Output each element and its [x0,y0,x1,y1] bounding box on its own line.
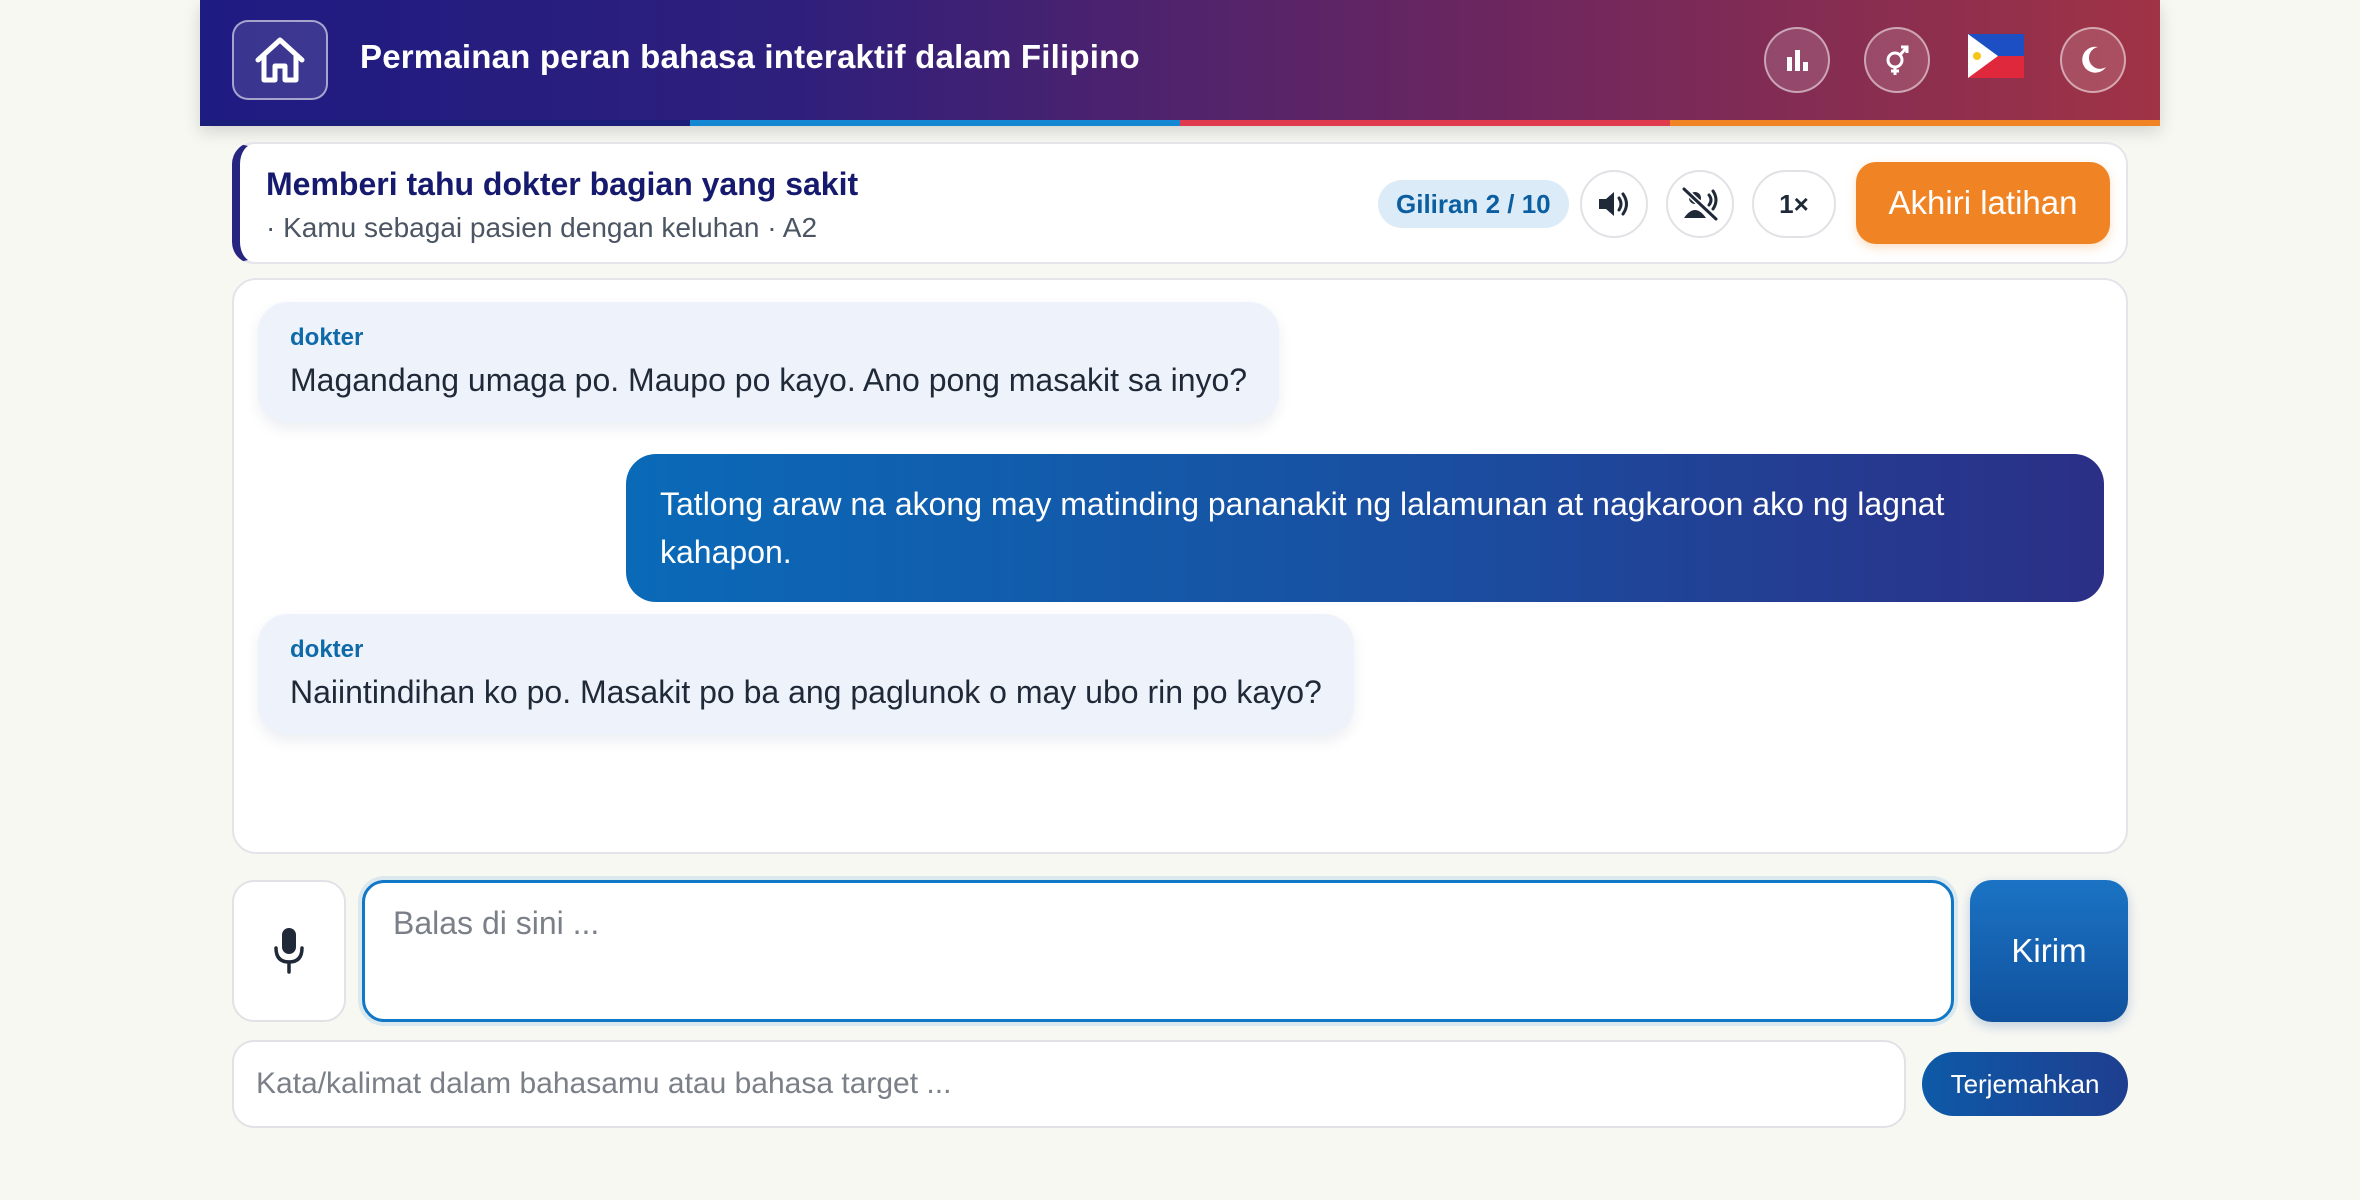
hide-speech-button[interactable] [1666,170,1734,238]
microphone-button[interactable] [232,880,346,1022]
message-speaker: dokter [290,636,364,663]
dark-mode-button[interactable] [2060,27,2126,93]
message-text: Tatlong araw na akong may matinding pana… [660,486,1945,570]
scenario-subtitle: · Kamu sebagai pasien dengan keluhan · A… [266,212,818,243]
app-header: Permainan peran bahasa interaktif dalam … [200,0,2160,126]
chat-message-bot: dokter Naiintindihan ko po. Masakit po b… [258,614,1354,735]
chat-panel: dokter Magandang umaga po. Maupo po kayo… [232,278,2128,854]
stats-button[interactable] [1764,27,1830,93]
audio-button[interactable] [1580,170,1648,238]
message-speaker: dokter [290,324,364,351]
chat-message-user: Tatlong araw na akong may matinding pana… [626,454,2104,602]
speaker-icon [1599,192,1628,216]
scenario-title: Memberi tahu dokter bagian yang sakit [266,166,859,202]
chat-message-bot: dokter Magandang umaga po. Maupo po kayo… [258,302,1280,423]
playback-speed-button[interactable]: 1× [1752,170,1836,238]
voice-gender-button[interactable] [1864,27,1930,93]
app-title: Permainan peran bahasa interaktif dalam … [360,38,1140,75]
scenario-bar: Memberi tahu dokter bagian yang sakit · … [232,142,2128,264]
home-icon [255,37,305,83]
reply-input[interactable] [362,880,1954,1022]
speech-off-icon [1681,186,1719,222]
turn-counter-badge: Giliran 2 / 10 [1378,180,1569,228]
translate-input[interactable] [232,1040,1906,1128]
message-text: Naiintindihan ko po. Masakit po ba ang p… [290,674,1322,710]
home-button[interactable] [232,20,328,100]
philippines-flag-icon[interactable] [1968,34,2024,78]
send-button[interactable]: Kirim [1970,880,2128,1022]
header-progress-stripe [200,120,2160,126]
message-text: Magandang umaga po. Maupo po kayo. Ano p… [290,362,1248,398]
end-practice-button[interactable]: Akhiri latihan [1856,162,2110,244]
translate-button[interactable]: Terjemahkan [1922,1052,2128,1116]
moon-icon [2082,46,2106,73]
microphone-icon [274,928,304,974]
gender-icon [1886,45,1909,75]
app-page: Permainan peran bahasa interaktif dalam … [0,0,2360,1200]
bar-chart-icon [1787,50,1808,71]
